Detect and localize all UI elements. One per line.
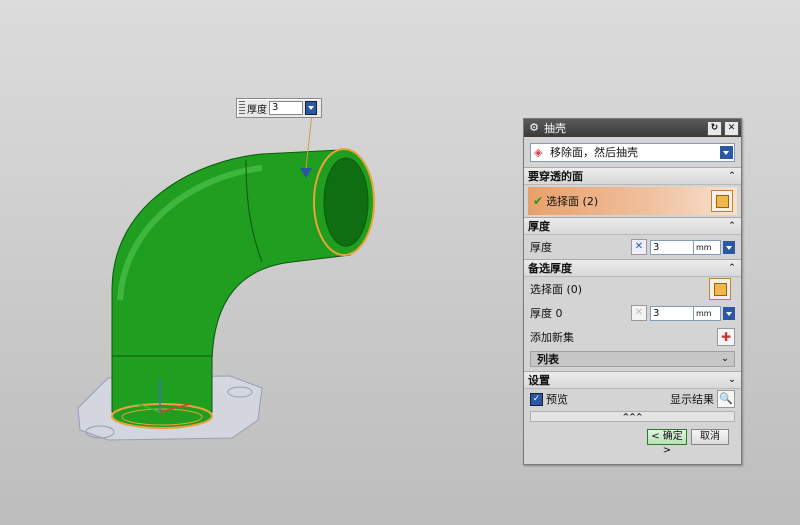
section-title: 备选厚度 [528,262,572,275]
section-thickness[interactable]: 厚度 ⌃ [524,217,741,235]
add-set-row: 添加新集 ✚ [524,325,741,349]
preview-label: 预览 [546,393,568,406]
preview-checkbox[interactable]: ✓ [530,392,543,406]
add-set-button[interactable]: ✚ [717,328,735,346]
thickness-field[interactable]: 3 [650,239,694,255]
formula-icon[interactable]: ✕ [631,305,647,321]
type-row: ◈ 移除面，然后抽壳 [524,137,741,167]
dialog-title: 抽壳 [544,122,566,135]
alt-select-face-label: 选择面 (0) [530,283,583,296]
alt-select-face-row: 选择面 (0) [524,277,741,301]
onscreen-dropdown-icon[interactable] [305,101,317,115]
thickness-row: 厚度 ✕ 3 mm [524,235,741,259]
chevron-down-icon[interactable] [720,145,733,159]
section-settings[interactable]: 设置 ⌄ [524,371,741,389]
gear-icon[interactable]: ⚙ [528,122,540,134]
chevron-up-icon[interactable]: ⌃ [726,170,738,182]
alt-thickness-row: 厚度 0 ✕ 3 mm [524,301,741,325]
type-value: 移除面，然后抽壳 [550,146,638,159]
dialog-buttons: < 确定 > 取消 [524,424,741,456]
section-faces-to-pierce[interactable]: 要穿透的面 ⌃ [524,167,741,185]
select-face-label: 选择面 (2) [546,195,599,208]
chevron-down-icon[interactable]: ⌄ [726,374,738,386]
more-options-bar[interactable]: ^^^ [530,411,735,422]
alt-thickness-unit: mm [694,305,721,321]
alt-thickness-label: 厚度 0 [530,307,563,320]
shell-dialog: ⚙ 抽壳 ↻ ✕ ◈ 移除面，然后抽壳 要穿透的面 ⌃ ✔ 选择面 (2) 厚度… [523,118,742,465]
show-result-label: 显示结果 [670,393,714,406]
cancel-button[interactable]: 取消 [691,429,729,445]
select-face-row[interactable]: ✔ 选择面 (2) [528,187,737,215]
thickness-onscreen-input[interactable]: 厚度 3 [236,98,322,118]
thickness-menu-icon[interactable] [723,240,735,254]
alt-thickness-field[interactable]: 3 [650,305,694,321]
alt-thickness-menu-icon[interactable] [723,306,735,320]
type-select[interactable]: ◈ 移除面，然后抽壳 [530,142,735,162]
section-title: 设置 [528,374,550,387]
shell-type-icon: ◈ [534,145,543,159]
select-face-button[interactable] [711,190,733,212]
drag-grip-icon[interactable] [239,101,245,115]
list-header[interactable]: 列表 ⌄ [530,351,735,367]
chevron-down-icon[interactable]: ⌄ [719,353,731,365]
alt-select-face-button[interactable] [709,278,731,300]
section-alt-thickness[interactable]: 备选厚度 ⌃ [524,259,741,277]
close-button[interactable]: ✕ [724,120,739,136]
list-label: 列表 [537,353,559,366]
ok-button[interactable]: < 确定 > [647,429,687,456]
preview-row: ✓ 预览 显示结果 🔍 [524,389,741,409]
chevron-up-icon[interactable]: ⌃ [726,220,738,232]
check-icon: ✔ [533,194,544,208]
thickness-label: 厚度 [530,241,552,254]
add-set-label: 添加新集 [530,331,574,344]
onscreen-thickness-field[interactable]: 3 [269,101,303,115]
section-title: 厚度 [528,220,550,233]
onscreen-thickness-label: 厚度 [247,104,267,116]
section-title: 要穿透的面 [528,170,583,183]
chevron-up-icon[interactable]: ⌃ [726,262,738,274]
magnifier-icon[interactable]: 🔍 [717,390,735,408]
reset-button[interactable]: ↻ [707,120,722,136]
thickness-unit: mm [694,239,721,255]
formula-icon[interactable]: ✕ [631,239,647,255]
dialog-titlebar[interactable]: ⚙ 抽壳 ↻ ✕ [524,119,741,137]
